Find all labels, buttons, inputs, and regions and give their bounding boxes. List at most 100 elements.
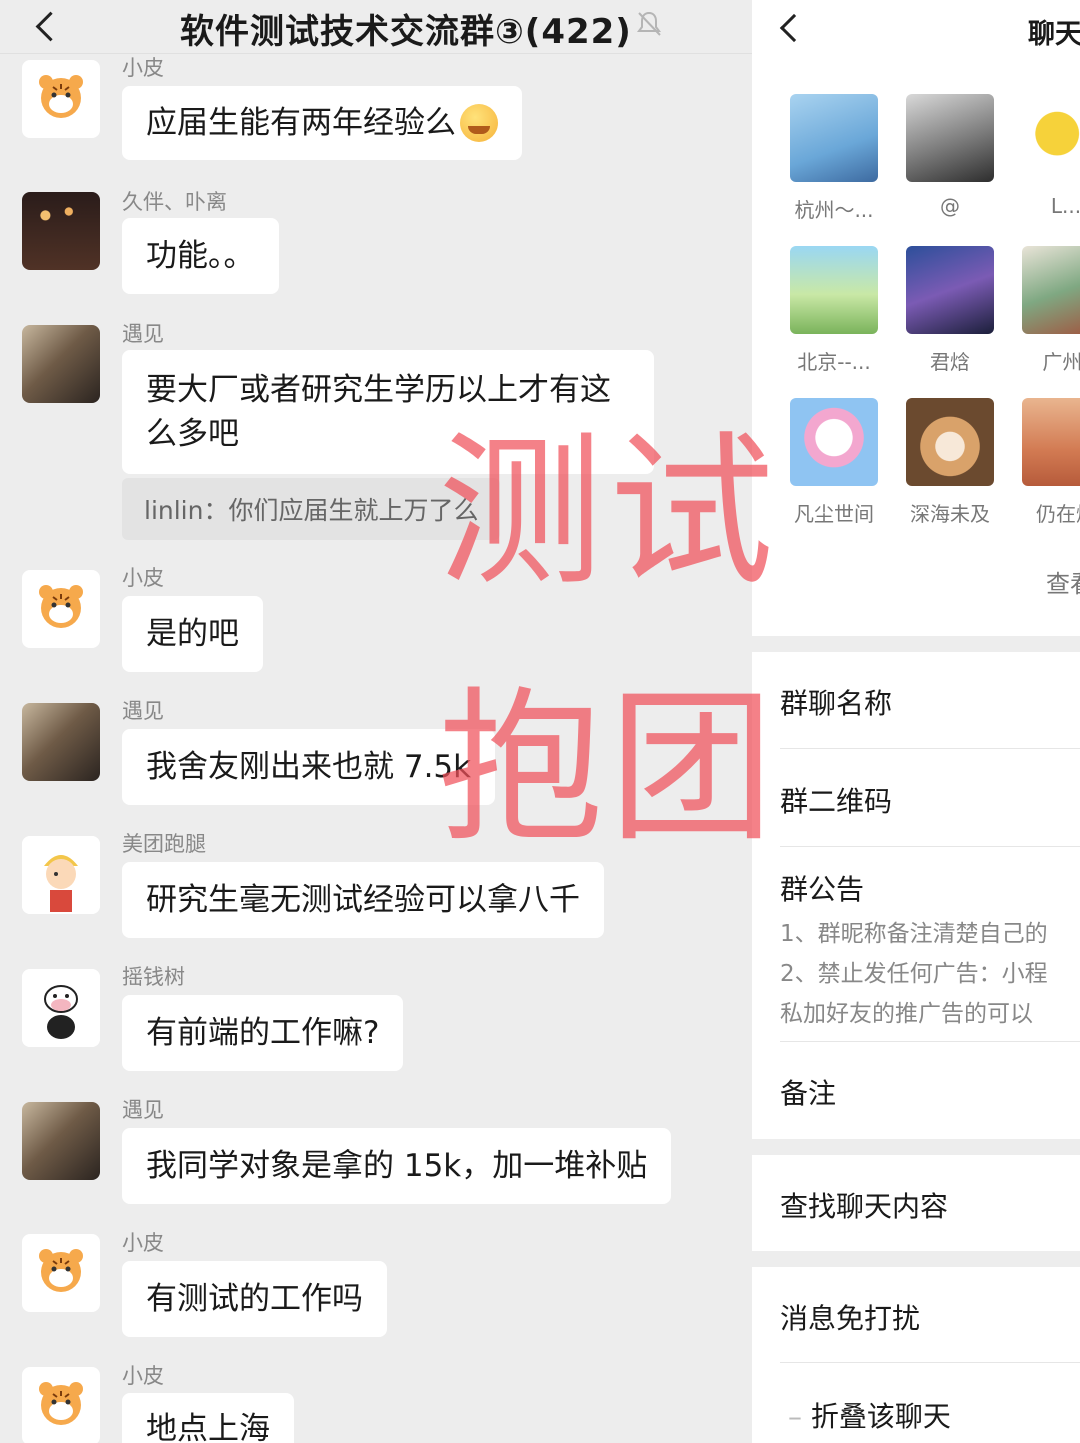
member-name: 北京--... [797,350,871,374]
group-name-row[interactable]: 群聊名称 [780,682,892,722]
member-name: 深海未及 [910,502,990,526]
group-notice-row[interactable]: 群公告 [780,868,864,908]
laughing-emoji-icon [460,104,498,142]
member-avatar [1022,398,1080,486]
mute-notifications-row[interactable]: 消息免打扰 [780,1297,920,1337]
message-text: 研究生毫无测试经验可以拿八千 [146,882,580,918]
chat-panel: 软件测试技术交流群③(422) 小皮 应届生能有两年经验么 久伴、卟离 功能。。… [0,0,752,1443]
divider [780,846,1080,847]
cartoon-kid-icon [22,836,100,914]
message-text: 有前端的工作嘛? [146,1015,380,1051]
member-avatar [1022,246,1080,334]
sender-name: 遇见 [122,1098,164,1122]
sender-name: 小皮 [122,566,164,590]
message-bubble[interactable]: 是的吧 [122,596,263,672]
sender-name: 遇见 [122,322,164,346]
sender-name: 美团跑腿 [122,832,206,856]
message-text-line: 要大厂或者研究生学历以上才有这 [146,372,611,408]
fold-chat-label: 折叠该聊天 [810,1400,951,1433]
member-name: 君焓 [930,350,970,374]
member-avatar [1022,94,1080,182]
message-bubble[interactable]: 地点上海 [122,1393,294,1443]
message-text: 功能。。 [146,238,255,274]
message-text: 是的吧 [146,616,239,652]
search-chat-row[interactable]: 查找聊天内容 [780,1185,948,1225]
fold-chat-row[interactable]: – 折叠该聊天 [788,1395,951,1435]
message-bubble[interactable]: 要大厂或者研究生学历以上才有这 么多吧 [122,350,654,474]
member-avatar [906,398,994,486]
search-section: 查找聊天内容 [752,1155,1080,1251]
member-avatar [906,94,994,182]
divider [780,1041,1080,1042]
message-bubble[interactable]: 有前端的工作嘛? [122,995,404,1071]
group-settings-section: 群聊名称 群二维码 群公告 1、群昵称备注清楚自己的 2、禁止发任何广告：小程 … [752,652,1080,1139]
avatar-tiger[interactable] [22,1234,100,1312]
member-item[interactable]: @ [900,94,1000,218]
member-item[interactable]: 深海未及 [900,398,1000,527]
message-text-line: 么多吧 [146,416,239,452]
message-text: 我舍友刚出来也就 7.5k [146,749,472,785]
mute-bell-icon [637,11,661,36]
message-bubble[interactable]: 研究生毫无测试经验可以拿八千 [122,862,604,938]
back-chevron-icon[interactable] [776,10,806,46]
sender-name: 久伴、卟离 [122,190,227,214]
member-avatar [906,246,994,334]
sender-name: 小皮 [122,1231,164,1255]
member-grid: 杭州～... @ L... 北京--... 君焓 广州- 凡尘世间 深海未 [752,58,1080,636]
member-name: 杭州～... [794,198,874,222]
member-name: 仍在燃 [1036,502,1080,526]
dash-icon: – [788,1400,811,1433]
notice-line: 2、禁止发任何广告：小程 [780,961,1048,987]
tiger-avatar-icon [22,60,100,138]
avatar-tiger[interactable] [22,570,100,648]
quoted-message[interactable]: linlin：你们应届生就上万了么 [122,478,501,540]
member-avatar [790,246,878,334]
message-text: 应届生能有两年经验么 [146,105,456,141]
sender-name: 小皮 [122,1364,164,1388]
member-name: 广州- [1042,350,1080,374]
message-text: 地点上海 [146,1411,270,1443]
member-name: @ [940,194,960,218]
message-bubble[interactable]: 有测试的工作吗 [122,1261,387,1337]
member-item[interactable]: 仍在燃 [1016,398,1080,527]
member-item[interactable]: L... [1016,94,1080,218]
divider [780,1362,1080,1363]
message-text: 我同学对象是拿的 15k，加一堆补贴 [146,1148,648,1184]
member-item[interactable]: 君焓 [900,246,1000,375]
view-more-members-link[interactable]: 查看 [1046,564,1080,599]
message-bubble[interactable]: 应届生能有两年经验么 [122,86,522,160]
group-info-panel: 聊天 杭州～... @ L... 北京--... 君焓 广州- 凡尘世 [752,0,1080,1443]
tiger-avatar-icon [22,1234,100,1312]
member-item[interactable]: 凡尘世间 [784,398,884,527]
member-item[interactable]: 杭州～... [784,94,884,223]
avatar-tiger[interactable] [22,60,100,138]
avatar-person[interactable] [22,703,100,781]
member-name: 凡尘世间 [794,502,874,526]
info-header: 聊天 [752,0,1080,58]
member-avatar [790,398,878,486]
group-qr-row[interactable]: 群二维码 [780,780,892,820]
cow-avatar-icon [22,969,100,1047]
sender-name: 遇见 [122,699,164,723]
notification-section: 消息免打扰 – 折叠该聊天 [752,1267,1080,1443]
tiger-avatar-icon [22,1367,100,1443]
member-item[interactable]: 广州- [1016,246,1080,375]
back-chevron-icon[interactable] [32,8,66,46]
avatar-cow[interactable] [22,969,100,1047]
avatar-cartoon-kid[interactable] [22,836,100,914]
sender-name: 小皮 [122,56,164,80]
chat-header: 软件测试技术交流群③(422) [0,0,752,54]
message-bubble[interactable]: 我同学对象是拿的 15k，加一堆补贴 [122,1128,672,1204]
message-bubble[interactable]: 功能。。 [122,218,279,294]
avatar-photo[interactable] [22,192,100,270]
chat-title: 软件测试技术交流群③(422) [180,12,632,52]
notice-line: 1、群昵称备注清楚自己的 [780,921,1048,947]
avatar-tiger[interactable] [22,1367,100,1443]
avatar-person[interactable] [22,1102,100,1180]
message-bubble[interactable]: 我舍友刚出来也就 7.5k [122,729,496,805]
tiger-avatar-icon [22,570,100,648]
member-item[interactable]: 北京--... [784,246,884,375]
remark-row[interactable]: 备注 [780,1072,836,1112]
avatar-person[interactable] [22,325,100,403]
member-avatar [790,94,878,182]
